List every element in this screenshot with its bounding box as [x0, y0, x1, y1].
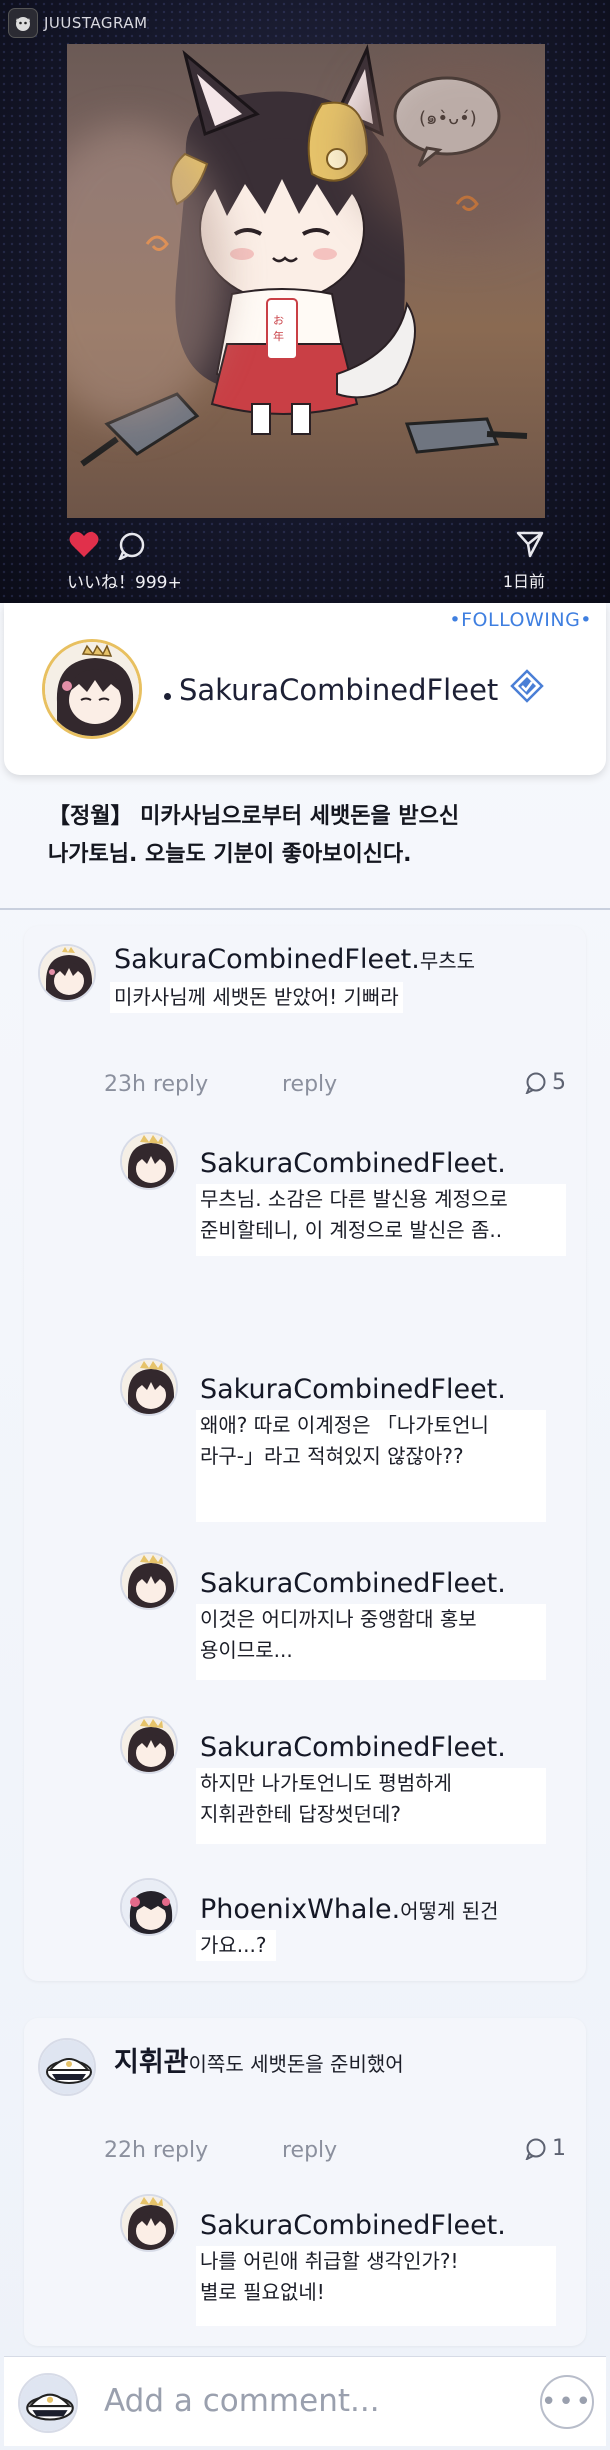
post-header-area: JUUSTAGRAM (๑•̀ᴗ•́)	[0, 0, 610, 603]
reply-text: 무츠님. 소감은 다른 발신용 계정으로 준비할테니, 이 계정으로 발신은 좀…	[196, 1184, 566, 1256]
reply-text: 가요...?	[196, 1930, 276, 1961]
post-image[interactable]: (๑•̀ᴗ•́) お 年	[67, 44, 545, 518]
profile-card: •FOLLOWING• SakuraCombinedFleet	[4, 603, 606, 775]
reply-text-line: 용이므로...	[200, 1638, 293, 1662]
avatar[interactable]	[120, 1132, 178, 1190]
comment-time: 23h reply	[104, 1072, 209, 1097]
comment-author-name: 지휘관	[114, 2047, 189, 2078]
svg-text:年: 年	[273, 329, 284, 343]
verified-badge-icon	[510, 669, 545, 710]
reply-author-name: PhoenixWhale.	[200, 1894, 401, 1925]
caption-line-2: 나가토님. 오늘도 기분이 좋아보이신다.	[48, 842, 412, 867]
comment-time: 22h reply	[104, 2138, 209, 2163]
reply-text-line: 별로 필요없네!	[200, 2280, 325, 2304]
post-date: 1日前	[502, 572, 545, 591]
reply-text: 하지만 나가토언니도 평범하게 지휘관한테 답장썻던데?	[196, 1768, 546, 1844]
profile-handle-text: SakuraCombinedFleet	[179, 672, 499, 707]
reply-bubble-icon	[525, 1072, 546, 1094]
reply-author[interactable]: SakuraCombinedFleet.	[200, 1148, 506, 1179]
reply-bubble-icon	[525, 2138, 546, 2160]
comment-thread: 지휘관이쪽도 세뱃돈을 준비했어 22h reply reply 1 Sakur…	[24, 2018, 586, 2346]
my-avatar[interactable]	[18, 2373, 78, 2433]
reply-text-line: 라구-」라고 적혀있지 않잖아??	[200, 1444, 464, 1468]
comment-author-name: SakuraCombinedFleet.	[114, 944, 420, 975]
more-options-icon[interactable]: •••	[540, 2375, 594, 2429]
following-badge[interactable]: •FOLLOWING•	[449, 609, 592, 631]
comment-thread: SakuraCombinedFleet.무츠도 미카사님께 세뱃돈 받았어! 기…	[24, 926, 586, 1981]
avatar[interactable]	[120, 1358, 178, 1416]
comment-author[interactable]: 지휘관이쪽도 세뱃돈을 준비했어	[114, 2040, 404, 2079]
app-logo-icon	[8, 8, 38, 38]
reply-text-line: 하지만 나가토언니도 평범하게	[200, 1771, 452, 1795]
add-comment-input[interactable]: Add a comment...	[104, 2383, 380, 2419]
avatar[interactable]	[120, 1552, 178, 1610]
reply-author[interactable]: SakuraCombinedFleet.	[200, 2210, 506, 2241]
comment-text: 미카사님께 세뱃돈 받았어! 기뻐라	[110, 982, 403, 1013]
reply-text: 왜애? 따로 이계정은 「나가토언니 라구-」라고 적혀있지 않잖아??	[196, 1410, 546, 1522]
reply-text-line: 무츠님. 소감은 다른 발신용 계정으로	[200, 1187, 508, 1211]
reply-text-line: 나를 어린애 취급할 생각인가?!	[200, 2249, 459, 2273]
like-heart-icon[interactable]	[69, 530, 99, 562]
reply-link[interactable]: reply	[282, 2138, 337, 2163]
caption-line-1: 【정월】 미카사님으로부터 세뱃돈을 받으신	[48, 804, 460, 829]
app-brand-label: JUUSTAGRAM	[44, 14, 148, 32]
reply-count-value: 1	[552, 2136, 566, 2161]
reply-text-line: 지휘관한테 답장썻던데?	[200, 1802, 401, 1826]
profile-handle[interactable]: SakuraCombinedFleet	[164, 669, 545, 710]
reply-author[interactable]: SakuraCombinedFleet.	[200, 1732, 506, 1763]
avatar[interactable]	[120, 1878, 178, 1936]
reply-text-inline: 어떻게 된건	[400, 1899, 499, 1923]
reply-author[interactable]: PhoenixWhale.어떻게 된건	[200, 1894, 499, 1925]
divider	[0, 908, 610, 910]
avatar[interactable]	[38, 2038, 96, 2096]
share-send-icon[interactable]	[515, 530, 545, 562]
reply-text: 이것은 어디까지나 중앵함대 홍보 용이므로...	[196, 1604, 546, 1680]
reply-link[interactable]: reply	[282, 1072, 337, 1097]
app-brand: JUUSTAGRAM	[8, 8, 148, 38]
avatar[interactable]	[120, 1716, 178, 1774]
post-caption: 【정월】 미카사님으로부터 세뱃돈을 받으신 나가토님. 오늘도 기분이 좋아보…	[48, 798, 588, 874]
reply-count[interactable]: 5	[524, 1070, 566, 1095]
comment-author[interactable]: SakuraCombinedFleet.무츠도	[114, 944, 475, 975]
reply-text-line: 왜애? 따로 이계정은 「나가토언니	[200, 1413, 489, 1437]
reply-count-value: 5	[552, 1070, 566, 1095]
comment-text-inline: 이쪽도 세뱃돈을 준비했어	[188, 2052, 404, 2076]
profile-avatar[interactable]	[42, 639, 142, 739]
reply-text-line: 준비할테니, 이 계정으로 발신은 좀..	[200, 1218, 503, 1242]
avatar[interactable]	[38, 944, 96, 1002]
reply-text-line: 이것은 어디까지나 중앵함대 홍보	[200, 1607, 477, 1631]
comment-bubble-icon[interactable]	[117, 532, 147, 564]
reply-author[interactable]: SakuraCombinedFleet.	[200, 1568, 506, 1599]
reply-count[interactable]: 1	[524, 2136, 566, 2161]
reply-author[interactable]: SakuraCombinedFleet.	[200, 1374, 506, 1405]
reply-text: 나를 어린애 취급할 생각인가?! 별로 필요없네!	[196, 2246, 556, 2326]
post-actions	[67, 530, 545, 562]
bullet-dot	[164, 692, 171, 700]
svg-text:お: お	[273, 314, 284, 327]
avatar[interactable]	[120, 2194, 178, 2252]
comment-composer: Add a comment... •••	[4, 2356, 606, 2446]
comment-text-inline: 무츠도	[419, 949, 476, 973]
like-count: いいね！999+	[67, 573, 182, 593]
